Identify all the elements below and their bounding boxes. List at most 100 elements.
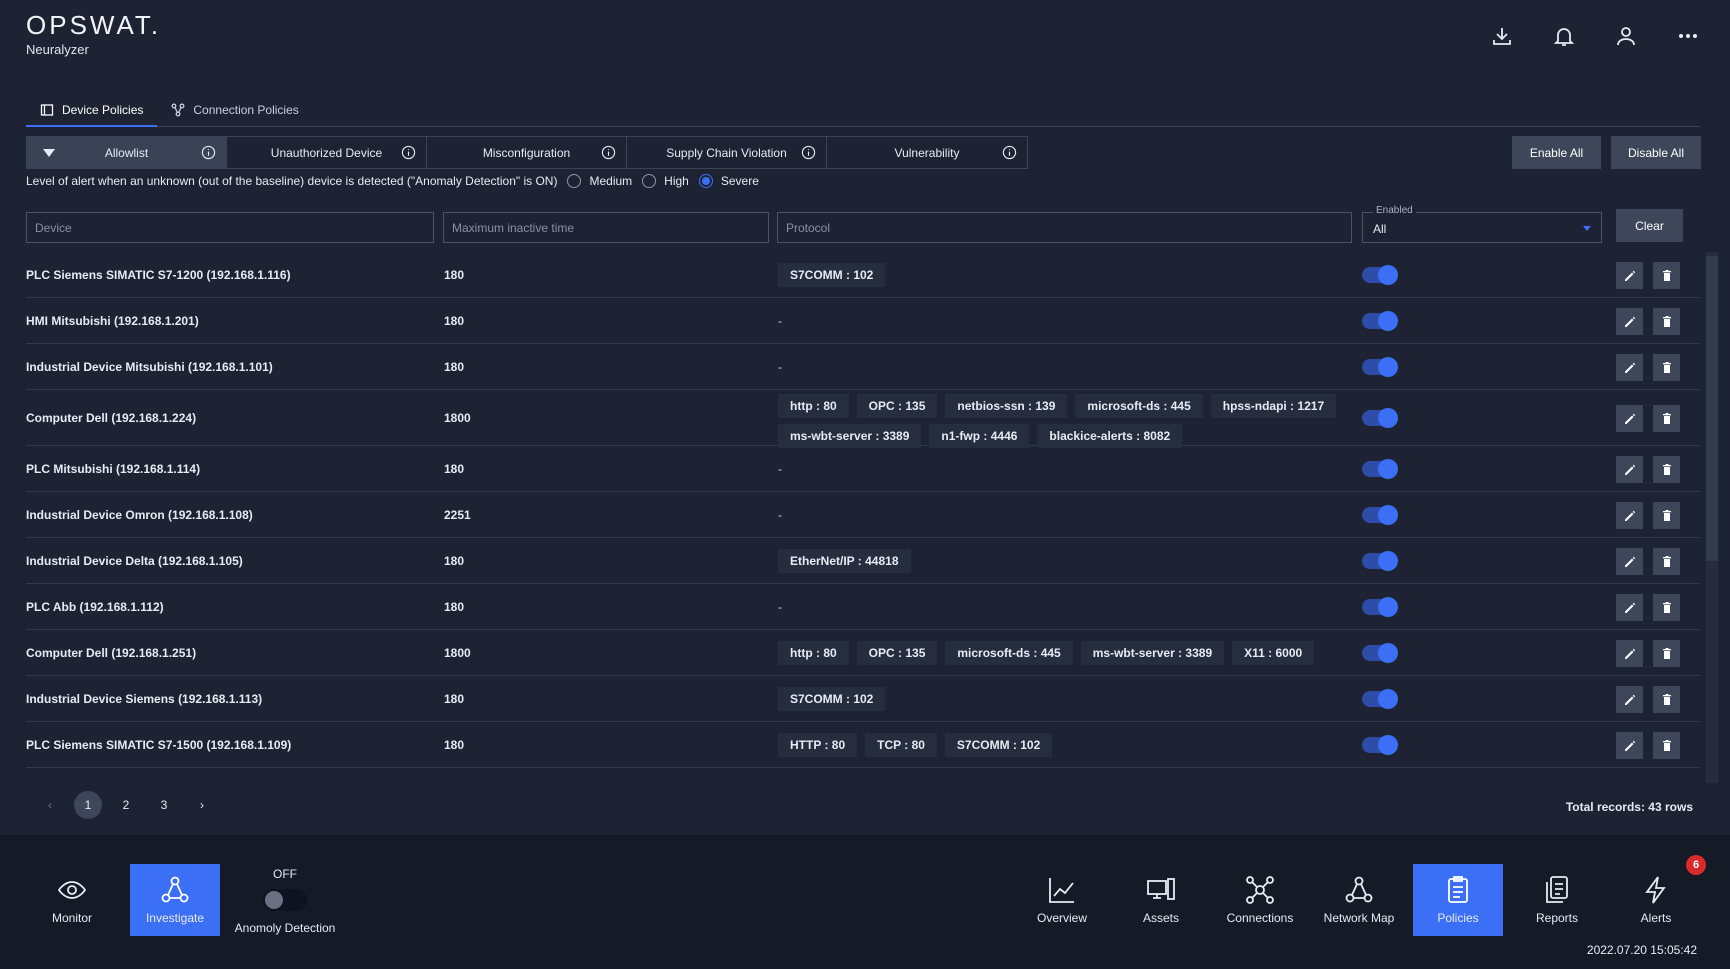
category-allowlist[interactable]: Allowlist <box>27 137 227 168</box>
delete-button[interactable] <box>1653 456 1680 483</box>
inactive-time-filter-input[interactable] <box>443 212 769 243</box>
protocol-chip: n1-fwp : 4446 <box>929 424 1030 448</box>
protocol-chip: OPC : 135 <box>856 394 938 418</box>
info-icon[interactable] <box>601 145 616 160</box>
clear-button[interactable]: Clear <box>1616 209 1683 242</box>
prev-page-button[interactable]: ‹ <box>36 791 64 819</box>
device-icon <box>40 103 54 117</box>
protocol-filter-input[interactable] <box>777 212 1352 243</box>
edit-button[interactable] <box>1616 456 1643 483</box>
inactive-time: 1800 <box>444 411 471 425</box>
edit-button[interactable] <box>1616 354 1643 381</box>
scrollbar-thumb[interactable] <box>1706 256 1718 561</box>
delete-button[interactable] <box>1653 640 1680 667</box>
nav-policies[interactable]: Policies <box>1413 864 1503 936</box>
edit-button[interactable] <box>1616 262 1643 289</box>
delete-button[interactable] <box>1653 262 1680 289</box>
enable-all-button[interactable]: Enable All <box>1512 136 1601 169</box>
page-button[interactable]: 1 <box>74 791 102 819</box>
edit-button[interactable] <box>1616 732 1643 759</box>
nav-reports[interactable]: Reports <box>1512 864 1602 936</box>
category-vulnerability[interactable]: Vulnerability <box>827 137 1027 168</box>
pagination: ‹ 1 2 3 › <box>36 791 216 819</box>
user-icon[interactable] <box>1614 24 1638 48</box>
disable-all-button[interactable]: Disable All <box>1611 136 1701 169</box>
edit-button[interactable] <box>1616 405 1643 432</box>
table-row: HMI Mitsubishi (192.168.1.201) 180 - <box>26 298 1700 344</box>
radio-high[interactable]: High <box>642 174 689 188</box>
nav-monitor[interactable]: Monitor <box>27 864 117 936</box>
info-icon[interactable] <box>201 145 216 160</box>
connection-icon <box>171 103 185 117</box>
enabled-toggle[interactable] <box>1362 459 1398 479</box>
nav-label: Overview <box>1036 911 1087 925</box>
edit-button[interactable] <box>1616 686 1643 713</box>
device-name: Industrial Device Omron (192.168.1.108) <box>26 508 253 522</box>
radio-medium[interactable]: Medium <box>567 174 632 188</box>
nav-label: Connections <box>1226 911 1294 925</box>
enabled-toggle[interactable] <box>1362 505 1398 525</box>
enabled-toggle[interactable] <box>1362 643 1398 663</box>
download-icon[interactable] <box>1490 24 1514 48</box>
delete-button[interactable] <box>1653 354 1680 381</box>
nav-alerts[interactable]: Alerts <box>1611 864 1701 936</box>
anomaly-toggle[interactable] <box>263 889 307 911</box>
enabled-toggle[interactable] <box>1362 311 1398 331</box>
tab-device-policies[interactable]: Device Policies <box>26 94 158 127</box>
category-supply-chain-violation[interactable]: Supply Chain Violation <box>627 137 827 168</box>
nav-overview[interactable]: Overview <box>1017 864 1107 936</box>
delete-button[interactable] <box>1653 594 1680 621</box>
category-misconfiguration[interactable]: Misconfiguration <box>427 137 627 168</box>
tab-connection-policies[interactable]: Connection Policies <box>157 94 312 126</box>
page-button[interactable]: 2 <box>112 791 140 819</box>
enabled-toggle[interactable] <box>1362 265 1398 285</box>
alert-level: Level of alert when an unknown (out of t… <box>26 174 759 188</box>
radio-dot[interactable] <box>642 174 657 188</box>
info-icon[interactable] <box>801 145 816 160</box>
category-unauthorized-device[interactable]: Unauthorized Device <box>227 137 427 168</box>
delete-button[interactable] <box>1653 308 1680 335</box>
enabled-toggle[interactable] <box>1362 735 1398 755</box>
inactive-time: 180 <box>444 268 465 282</box>
edit-button[interactable] <box>1616 594 1643 621</box>
enabled-toggle[interactable] <box>1362 689 1398 709</box>
enabled-toggle[interactable] <box>1362 408 1398 428</box>
delete-button[interactable] <box>1653 548 1680 575</box>
next-page-button[interactable]: › <box>188 791 216 819</box>
device-name: PLC Mitsubishi (192.168.1.114) <box>26 462 201 476</box>
delete-button[interactable] <box>1653 732 1680 759</box>
category-tabs: Allowlist Unauthorized Device Misconfigu… <box>26 136 1028 169</box>
device-filter-input[interactable] <box>26 212 434 243</box>
enabled-select[interactable]: Enabled All <box>1362 205 1602 243</box>
page-button[interactable]: 3 <box>150 791 178 819</box>
caret-down-icon[interactable] <box>43 149 55 157</box>
nav-assets[interactable]: Assets <box>1116 864 1206 936</box>
more-icon[interactable] <box>1676 24 1700 48</box>
enabled-toggle[interactable] <box>1362 357 1398 377</box>
radio-severe[interactable]: Severe <box>698 174 759 188</box>
delete-button[interactable] <box>1653 502 1680 529</box>
radio-dot[interactable] <box>567 174 582 188</box>
radio-dot[interactable] <box>698 174 713 188</box>
protocol-list: - <box>778 508 1338 522</box>
nav-label: Monitor <box>51 911 92 925</box>
nav-connections[interactable]: Connections <box>1215 864 1305 936</box>
protocol-list: - <box>778 360 1338 374</box>
edit-button[interactable] <box>1616 640 1643 667</box>
enabled-toggle[interactable] <box>1362 597 1398 617</box>
bell-icon[interactable] <box>1552 24 1576 48</box>
info-icon[interactable] <box>401 145 416 160</box>
chart-icon <box>1047 875 1077 905</box>
edit-button[interactable] <box>1616 548 1643 575</box>
edit-button[interactable] <box>1616 502 1643 529</box>
enabled-toggle[interactable] <box>1362 551 1398 571</box>
delete-button[interactable] <box>1653 405 1680 432</box>
info-icon[interactable] <box>1002 145 1017 160</box>
delete-button[interactable] <box>1653 686 1680 713</box>
nav-investigate[interactable]: Investigate <box>130 864 220 936</box>
nav-network-map[interactable]: Network Map <box>1314 864 1404 936</box>
protocol-list: HTTP : 80 TCP : 80 S7COMM : 102 <box>778 733 1338 757</box>
protocol-list: - <box>778 600 1338 614</box>
table-row: PLC Abb (192.168.1.112) 180 - <box>26 584 1700 630</box>
edit-button[interactable] <box>1616 308 1643 335</box>
